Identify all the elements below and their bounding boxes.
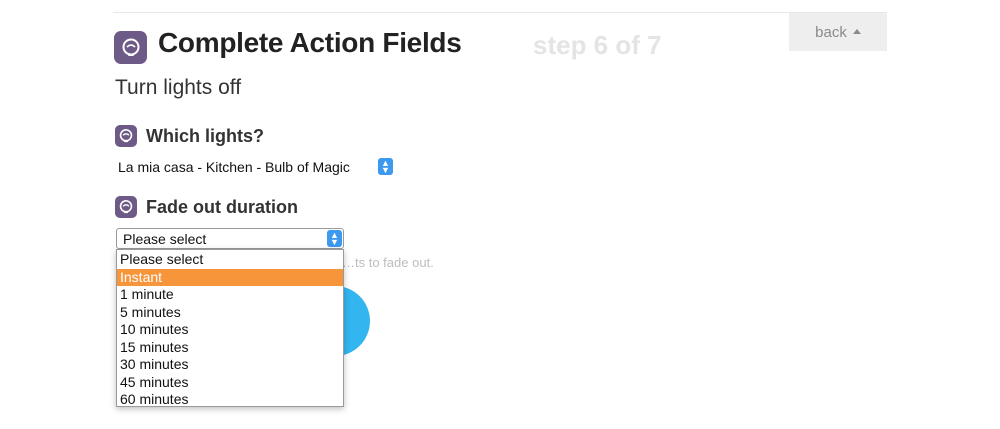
dropdown-option[interactable]: 45 minutes [117, 374, 343, 392]
dropdown-option[interactable]: 30 minutes [117, 356, 343, 374]
dropdown-option[interactable]: 5 minutes [117, 304, 343, 322]
which-lights-value: La mia casa - Kitchen - Bulb of Magic [118, 159, 350, 175]
step-indicator: step 6 of 7 [533, 30, 662, 60]
fade-duration-options[interactable]: Please select Instant 1 minute 5 minutes… [116, 249, 344, 407]
top-divider [113, 12, 887, 13]
which-lights-label: Which lights? [146, 126, 264, 146]
select-arrows-icon: ▲ ▼ [327, 230, 342, 247]
hue-bulb-icon [115, 125, 137, 147]
dropdown-option[interactable]: Please select [117, 251, 343, 269]
dropdown-option-highlighted[interactable]: Instant [117, 268, 343, 286]
action-name: Turn lights off [115, 76, 242, 99]
dropdown-option[interactable]: 60 minutes [117, 391, 343, 409]
caret-up-icon [852, 28, 861, 34]
fade-duration-value: Please select [123, 230, 207, 247]
page-title: Complete Action Fields [158, 27, 462, 58]
dropdown-option[interactable]: 15 minutes [117, 339, 343, 357]
back-button[interactable]: back [789, 13, 887, 51]
dropdown-option[interactable]: 10 minutes [117, 321, 343, 339]
hue-bulb-icon [115, 196, 137, 218]
fade-duration-select[interactable]: Please select ▲ ▼ [116, 228, 344, 249]
fade-duration-help: …ts to fade out. [342, 255, 434, 270]
hue-bulb-icon [114, 31, 147, 64]
which-lights-select[interactable]: La mia casa - Kitchen - Bulb of Magic ▲ ▼ [116, 157, 394, 177]
select-arrows-icon: ▲ ▼ [378, 158, 393, 175]
fade-duration-label: Fade out duration [146, 197, 298, 217]
dropdown-option[interactable]: 1 minute [117, 286, 343, 304]
back-label: back [815, 23, 847, 41]
